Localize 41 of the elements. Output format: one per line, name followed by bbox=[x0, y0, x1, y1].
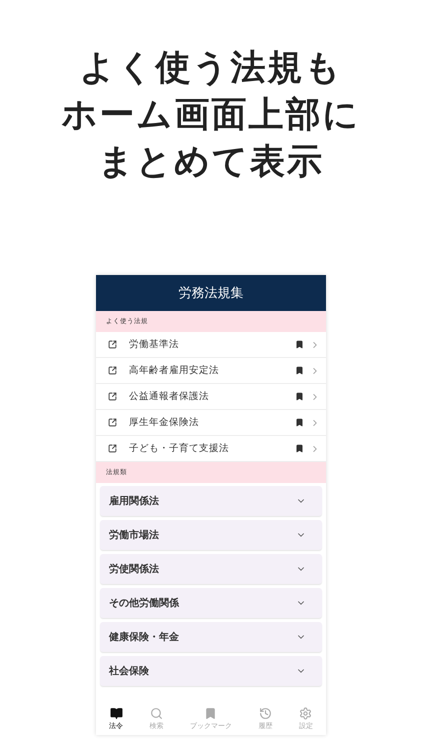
history-icon bbox=[258, 706, 272, 720]
bookmark-icon[interactable] bbox=[295, 444, 304, 453]
category-name: 健康保険・年金 bbox=[109, 630, 179, 644]
headline-text: ホーム画面上部に bbox=[62, 93, 360, 137]
category-row[interactable]: 雇用関係法 bbox=[100, 486, 322, 516]
favorite-row[interactable]: 厚生年金保険法 bbox=[96, 410, 326, 436]
law-name: 高年齢者雇用安定法 bbox=[129, 364, 220, 377]
bookmark-icon[interactable] bbox=[295, 340, 304, 349]
favorite-row[interactable]: 公益通報者保護法 bbox=[96, 384, 326, 410]
external-link-icon[interactable] bbox=[108, 392, 117, 401]
law-name: 子ども・子育て支援法 bbox=[129, 442, 230, 455]
external-link-icon[interactable] bbox=[108, 418, 117, 427]
category-name: 雇用関係法 bbox=[109, 494, 159, 508]
category-name: その他労働関係 bbox=[109, 596, 179, 610]
app-title: 労務法規集 bbox=[96, 275, 326, 311]
category-row[interactable]: 労使関係法 bbox=[100, 554, 322, 584]
bookmark-icon[interactable] bbox=[295, 418, 304, 427]
bookmark-icon[interactable] bbox=[295, 366, 304, 375]
law-name: 厚生年金保険法 bbox=[129, 416, 200, 429]
book-icon bbox=[110, 706, 123, 720]
bookmark-icon[interactable] bbox=[295, 392, 304, 401]
search-icon bbox=[150, 706, 164, 720]
external-link-icon[interactable] bbox=[108, 366, 117, 375]
law-name: 公益通報者保護法 bbox=[129, 390, 210, 403]
external-link-icon[interactable] bbox=[108, 340, 117, 349]
category-row[interactable]: 社会保険 bbox=[100, 656, 322, 686]
law-name: 労働基準法 bbox=[129, 338, 180, 351]
category-row[interactable]: その他労働関係 bbox=[100, 588, 322, 618]
category-name: 労使関係法 bbox=[109, 562, 159, 576]
headline-text: よく使う法規も bbox=[80, 46, 342, 90]
bookmark-icon bbox=[204, 706, 218, 720]
favorite-row[interactable]: 子ども・子育て支援法 bbox=[96, 436, 326, 462]
external-link-icon[interactable] bbox=[108, 444, 117, 453]
favorite-row[interactable]: 労働基準法 bbox=[96, 332, 326, 358]
category-name: 社会保険 bbox=[109, 664, 149, 678]
category-name: 労働市場法 bbox=[109, 528, 159, 542]
category-row[interactable]: 労働市場法 bbox=[100, 520, 322, 550]
category-row[interactable]: 健康保険・年金 bbox=[100, 622, 322, 652]
settings-icon bbox=[299, 706, 312, 720]
favorite-row[interactable]: 高年齢者雇用安定法 bbox=[96, 358, 326, 384]
headline-text: まとめて表示 bbox=[98, 140, 324, 184]
